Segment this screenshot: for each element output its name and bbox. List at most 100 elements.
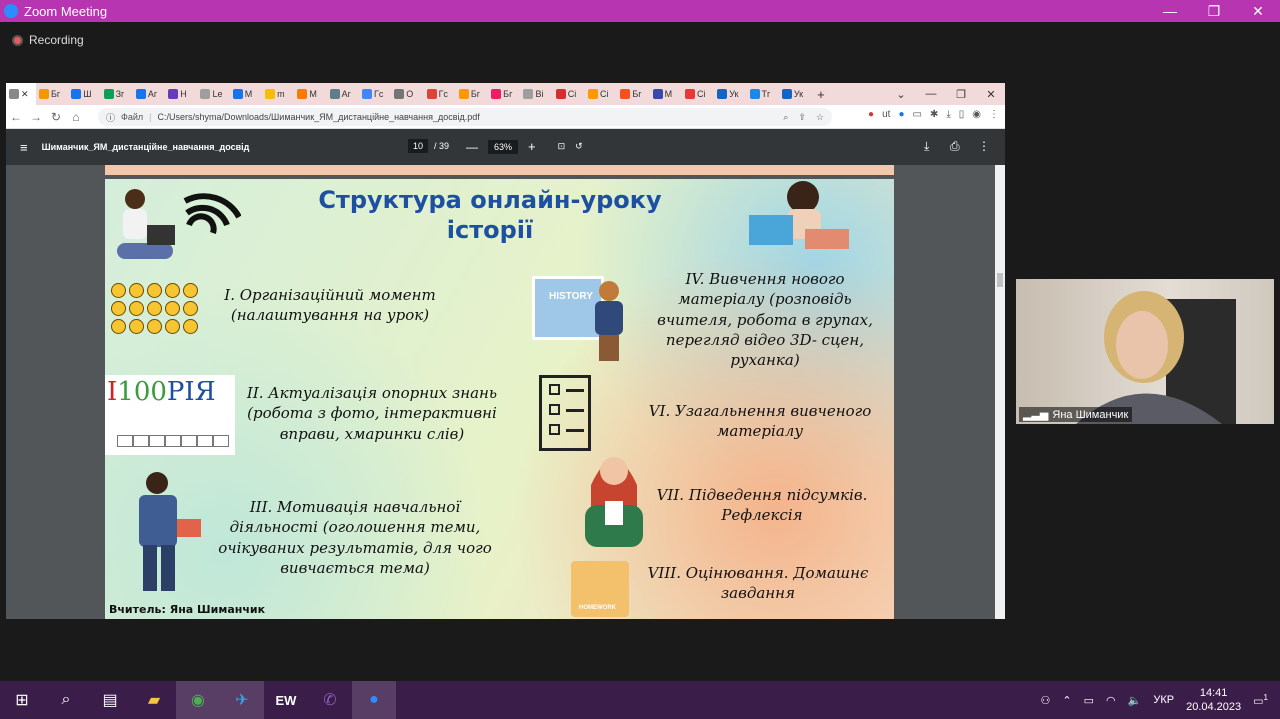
browser-tab[interactable]: Гс xyxy=(424,83,456,105)
slide-title-line2: історії xyxy=(446,216,534,244)
browser-tab[interactable]: Бг xyxy=(456,83,488,105)
browser-tab[interactable]: Бг xyxy=(36,83,68,105)
recording-indicator[interactable]: Recording xyxy=(12,33,84,47)
extension-blue-icon[interactable]: ● xyxy=(898,109,904,120)
tab-favicon-icon xyxy=(168,89,179,99)
search-icon[interactable]: ⌕ xyxy=(44,681,88,719)
browser-tab[interactable]: Bi xyxy=(520,83,552,105)
tab-close-icon[interactable]: ✕ xyxy=(21,89,29,100)
pdf-menu-icon[interactable]: ≡ xyxy=(20,140,28,155)
windows-start-icon[interactable]: ⊞ xyxy=(0,681,44,719)
pdf-print-icon[interactable]: ⎙ xyxy=(950,139,960,154)
browser-tab[interactable]: Ук xyxy=(714,83,746,105)
viber-icon[interactable]: ✆ xyxy=(308,681,352,719)
browser-tab[interactable]: Аг xyxy=(133,83,165,105)
browser-minimize-icon[interactable]: — xyxy=(916,83,946,105)
browser-tab[interactable]: Тг xyxy=(747,83,779,105)
restore-icon[interactable]: ❐ xyxy=(1194,0,1234,22)
pdf-scrollbar[interactable] xyxy=(995,165,1005,619)
share-icon[interactable]: ⇪ xyxy=(798,112,806,123)
pdf-download-icon[interactable]: ⤓ xyxy=(924,139,929,154)
browser-tab[interactable]: М xyxy=(650,83,682,105)
notification-icon[interactable]: ▭1 xyxy=(1253,693,1268,708)
browser-tab[interactable]: Аг xyxy=(327,83,359,105)
minimize-icon[interactable]: — xyxy=(1150,0,1190,22)
home-icon[interactable]: ⌂ xyxy=(66,110,86,124)
shared-browser-window: ✕ Бг Ш Зг Аг Н Le Мm М Аг Гс О Гс Бг Бг Bi Ci Ci Бг М Ci Ук Т… xyxy=(6,83,1005,619)
zoom-out-icon[interactable]: — xyxy=(466,140,478,154)
tray-overflow-icon[interactable]: ⌃ xyxy=(1062,694,1071,707)
slide-item-3: ІІІ. Мотивація навчальної діяльності (ог… xyxy=(218,498,492,577)
slide-item-2: ІІ. Актуалізація опорних знань (робота з… xyxy=(246,384,498,443)
participant-video-tile[interactable]: ▂▃▅ Яна Шиманчик xyxy=(1016,279,1274,424)
tab-favicon-icon xyxy=(491,89,502,99)
browser-tab[interactable]: Ci xyxy=(682,83,714,105)
chrome-menu-icon[interactable]: ⋮ xyxy=(989,109,999,120)
people-icon[interactable]: ⚇ xyxy=(1041,694,1051,707)
rotate-icon[interactable]: ↺ xyxy=(575,141,583,152)
clock[interactable]: 14:41 20.04.2023 xyxy=(1186,686,1241,715)
tab-favicon-icon xyxy=(652,89,663,99)
reload-icon[interactable]: ↻ xyxy=(46,110,66,124)
address-bar[interactable]: ⓘ Файл | C:/Users/shyma/Downloads/Шиманч… xyxy=(98,108,832,126)
wifi-tray-icon[interactable]: ◠ xyxy=(1106,694,1116,707)
file-explorer-icon[interactable]: ▰ xyxy=(132,681,176,719)
browser-tab-active[interactable]: ✕ xyxy=(6,83,36,105)
zoom-taskbar-icon[interactable]: ● xyxy=(352,681,396,719)
browser-tab[interactable]: М xyxy=(294,83,326,105)
browser-tab[interactable]: Ci xyxy=(553,83,585,105)
tab-favicon-icon xyxy=(329,89,340,99)
browser-tab[interactable]: Le xyxy=(197,83,229,105)
easyworship-icon[interactable]: EW xyxy=(264,681,308,719)
browser-tab[interactable]: Н xyxy=(165,83,197,105)
new-tab-icon[interactable]: + xyxy=(817,87,825,102)
profile-avatar[interactable]: ◉ xyxy=(972,109,981,120)
teacher-laptop-illustration xyxy=(749,181,849,249)
browser-tab[interactable]: Бг xyxy=(617,83,649,105)
student-laptop-illustration xyxy=(117,189,175,259)
notification-count: 1 xyxy=(1263,692,1268,702)
extensions-puzzle-icon[interactable]: ✱ xyxy=(930,109,938,120)
zoom-level-input[interactable]: 63% xyxy=(488,139,519,154)
browser-tab[interactable]: Гс xyxy=(359,83,391,105)
adblock-icon[interactable]: ● xyxy=(868,109,874,120)
browser-restore-icon[interactable]: ❐ xyxy=(946,83,976,105)
zoom-in-icon[interactable]: + xyxy=(528,139,536,154)
tab-favicon-icon xyxy=(523,89,534,99)
pdf-scrollbar-thumb[interactable] xyxy=(997,273,1003,287)
forward-icon[interactable]: → xyxy=(26,110,46,124)
close-icon[interactable]: ✕ xyxy=(1238,0,1278,22)
slide-item-6: VI. Узагальнення вивченого матеріалу xyxy=(648,402,872,441)
pdf-more-icon[interactable]: ⋮ xyxy=(978,139,990,153)
browser-tab[interactable]: М xyxy=(230,83,262,105)
browser-tab[interactable]: Ук xyxy=(779,83,811,105)
browser-tab[interactable]: О xyxy=(391,83,423,105)
battery-icon[interactable]: ▭ xyxy=(1084,694,1094,707)
recording-dot-icon xyxy=(12,34,23,46)
fit-page-icon[interactable]: ⊡ xyxy=(558,141,566,152)
tab-search-icon[interactable]: ⌄ xyxy=(886,83,916,105)
browser-close-icon[interactable]: ✕ xyxy=(976,83,1005,105)
tab-favicon-icon xyxy=(781,89,792,99)
language-indicator[interactable]: УКР xyxy=(1153,694,1174,706)
previous-page-edge xyxy=(105,165,894,175)
volume-icon[interactable]: 🔈 xyxy=(1128,694,1142,707)
download-icon[interactable]: ⤓ xyxy=(946,109,950,120)
tab-title: Ci xyxy=(567,89,577,99)
extension-ut-icon[interactable]: ut xyxy=(882,109,890,120)
zoom-lens-icon[interactable]: ⌕ xyxy=(783,112,788,123)
task-view-icon[interactable]: ▤ xyxy=(88,681,132,719)
tab-favicon-icon xyxy=(426,89,437,99)
browser-tab[interactable]: Ш xyxy=(68,83,100,105)
telegram-icon[interactable]: ✈ xyxy=(220,681,264,719)
browser-tab[interactable]: Зг xyxy=(101,83,133,105)
page-number-input[interactable]: 10 xyxy=(408,139,429,153)
side-panel-icon[interactable]: ▯ xyxy=(959,109,965,120)
browser-tab[interactable]: Ci xyxy=(585,83,617,105)
back-icon[interactable]: ← xyxy=(6,110,26,124)
extension-monitor-icon[interactable]: ▭ xyxy=(912,109,921,120)
browser-tab[interactable]: m xyxy=(262,83,294,105)
browser-tab[interactable]: Бг xyxy=(488,83,520,105)
bookmark-star-icon[interactable]: ☆ xyxy=(816,112,824,123)
chrome-icon[interactable]: ◉ xyxy=(176,681,220,719)
